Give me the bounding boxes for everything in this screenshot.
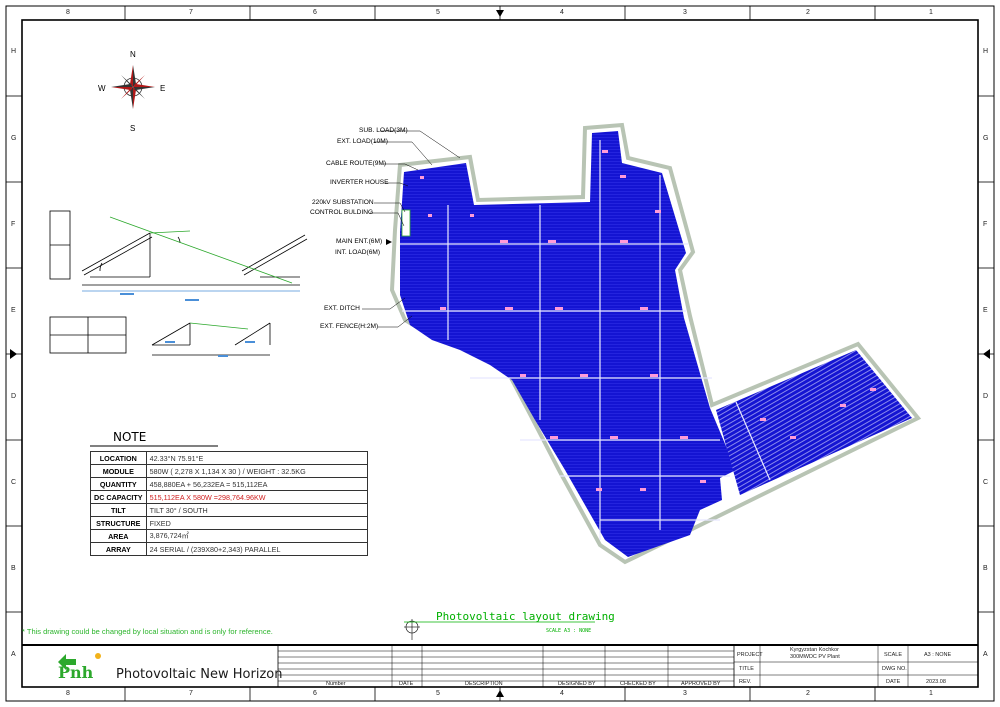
- title-block: [22, 644, 978, 687]
- rev-header-approved-by: APPROVED BY: [681, 681, 721, 687]
- scale-label: SCALE: [884, 652, 903, 658]
- date-value: 2023.08: [926, 679, 946, 685]
- rev-header-designed-by: DESIGNED BY: [558, 681, 596, 687]
- dwg-no-label: DWG NO.: [882, 666, 907, 672]
- rev-header-checked-by: CHECKED BY: [620, 681, 656, 687]
- date-label: DATE: [886, 679, 901, 685]
- title-label: TITLE: [739, 666, 754, 672]
- project-value-line2: 300MWDC PV Plant: [790, 654, 840, 660]
- brand-name: Photovoltaic New Horizon: [116, 667, 283, 682]
- logo-wordmark: Pnh: [58, 663, 94, 682]
- scale-value: A3 : NONE: [924, 652, 952, 658]
- rev-header-description: DESCRIPTION: [465, 681, 503, 687]
- rev-header-number: Number: [326, 681, 346, 687]
- rev-label: REV.: [739, 679, 752, 685]
- project-label: PROJECT: [737, 652, 763, 658]
- rev-header-date: DATE: [399, 681, 414, 687]
- project-value-line1: Kyrgyzstan Kochkor: [790, 647, 839, 653]
